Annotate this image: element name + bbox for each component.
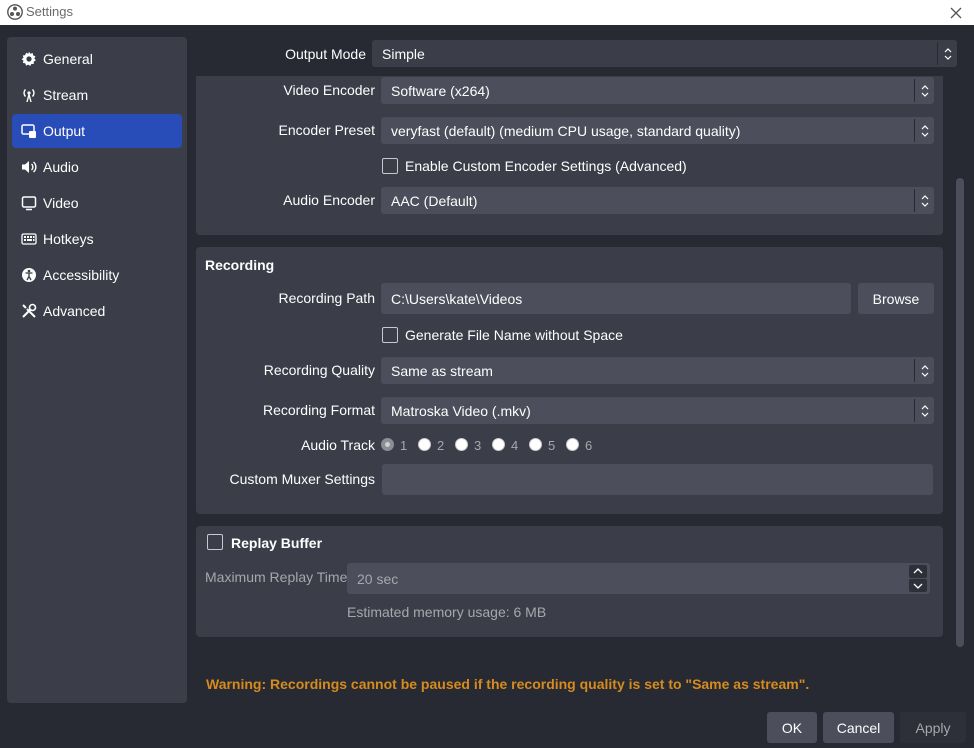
recording-quality-value: Same as stream [391, 362, 493, 379]
audio-encoder-label: Audio Encoder [283, 192, 375, 208]
updown-arrows-icon [914, 399, 934, 422]
obs-logo-icon [7, 4, 23, 20]
audio-track-label-6: 6 [585, 438, 593, 453]
streaming-group: Video Encoder Software (x264) Encoder Pr… [196, 76, 943, 235]
audio-track-radio-4[interactable] [492, 438, 505, 451]
recording-path-value: C:\Users\kate\Videos [391, 290, 523, 307]
output-mode-select[interactable]: Simple [372, 40, 957, 67]
audio-track-radio-3[interactable] [455, 438, 468, 451]
title-bar: Settings [0, 0, 974, 25]
recording-format-value: Matroska Video (.mkv) [391, 402, 531, 419]
audio-track-radio-1[interactable] [381, 438, 394, 451]
updown-arrows-icon [914, 359, 934, 382]
max-replay-time-label: Maximum Replay Time [205, 569, 348, 585]
sidebar-item-label: Audio [43, 159, 79, 175]
antenna-icon [20, 86, 38, 104]
audio-track-label-2: 2 [437, 438, 445, 453]
output-mode-label: Output Mode [285, 46, 366, 62]
replay-buffer-title: Replay Buffer [231, 535, 323, 551]
memory-usage-text: Estimated memory usage: 6 MB [347, 604, 547, 620]
custom-encoder-checkbox[interactable] [382, 158, 398, 174]
sidebar-item-label: Output [43, 123, 86, 139]
sidebar-item-label: Video [43, 195, 79, 211]
audio-encoder-value: AAC (Default) [391, 192, 478, 209]
audio-track-radio-5[interactable] [529, 438, 542, 451]
audio-track-radio-6[interactable] [566, 438, 579, 451]
updown-arrows-icon [914, 119, 934, 142]
ok-button[interactable]: OK [767, 712, 817, 743]
sidebar-item-hotkeys[interactable]: Hotkeys [12, 222, 182, 256]
sidebar-item-output[interactable]: Output [12, 114, 182, 148]
recording-path-input[interactable]: C:\Users\kate\Videos [381, 283, 851, 314]
recording-format-label: Recording Format [262, 402, 375, 418]
sidebar-item-general[interactable]: General [12, 42, 182, 76]
tools-icon [20, 302, 38, 320]
browse-button[interactable]: Browse [858, 283, 934, 314]
sidebar-item-video[interactable]: Video [12, 186, 182, 220]
max-replay-time-value: 20 sec [357, 570, 399, 587]
apply-button[interactable]: Apply [900, 712, 966, 743]
sidebar-item-label: Hotkeys [43, 231, 94, 247]
video-encoder-value: Software (x264) [391, 82, 490, 99]
close-button[interactable] [944, 0, 968, 25]
custom-muxer-input[interactable] [382, 464, 933, 495]
sidebar-item-label: Stream [43, 87, 89, 103]
output-icon [20, 122, 38, 140]
audio-track-label-3: 3 [474, 438, 482, 453]
custom-muxer-label: Custom Muxer Settings [229, 471, 376, 487]
monitor-icon [20, 194, 38, 212]
filename-no-space-checkbox[interactable] [382, 327, 398, 343]
cancel-button[interactable]: Cancel [823, 712, 894, 743]
recording-group: Recording Recording Path C:\Users\kate\V… [196, 247, 943, 514]
video-encoder-label: Video Encoder [283, 82, 375, 98]
sidebar-item-accessibility[interactable]: Accessibility [12, 258, 182, 292]
filename-no-space-label: Generate File Name without Space [405, 327, 623, 343]
settings-sidebar: General Stream Output Audio Video Hotkey… [7, 37, 187, 703]
window-title: Settings [26, 4, 73, 19]
recording-quality-label: Recording Quality [263, 362, 375, 378]
replay-buffer-group: Replay Buffer Maximum Replay Time 20 sec… [196, 526, 943, 637]
updown-arrows-icon [914, 189, 934, 212]
audio-track-label: Audio Track [301, 437, 375, 453]
custom-encoder-label: Enable Custom Encoder Settings (Advanced… [405, 158, 687, 174]
audio-track-label-1: 1 [400, 438, 408, 453]
warning-text: Warning: Recordings cannot be paused if … [206, 676, 810, 692]
sidebar-item-label: Accessibility [43, 267, 120, 283]
spin-arrows-icon[interactable] [909, 565, 927, 592]
sidebar-item-label: Advanced [43, 303, 106, 319]
gear-icon [20, 50, 38, 68]
encoder-preset-value: veryfast (default) (medium CPU usage, st… [391, 122, 741, 139]
max-replay-time-spinbox[interactable]: 20 sec [347, 563, 930, 594]
video-encoder-select[interactable]: Software (x264) [381, 77, 934, 104]
speaker-icon [20, 158, 38, 176]
sidebar-item-advanced[interactable]: Advanced [12, 294, 182, 328]
audio-track-label-5: 5 [548, 438, 556, 453]
close-icon [950, 7, 962, 18]
content-scrollbar[interactable] [956, 178, 964, 647]
output-mode-value: Simple [382, 45, 425, 62]
recording-quality-select[interactable]: Same as stream [381, 357, 934, 384]
updown-arrows-icon [937, 42, 957, 65]
accessibility-icon [20, 266, 38, 284]
recording-path-label: Recording Path [278, 290, 375, 306]
encoder-preset-label: Encoder Preset [278, 122, 376, 138]
encoder-preset-select[interactable]: veryfast (default) (medium CPU usage, st… [381, 117, 934, 144]
sidebar-item-audio[interactable]: Audio [12, 150, 182, 184]
recording-title: Recording [205, 257, 275, 273]
updown-arrows-icon [914, 79, 934, 102]
sidebar-item-stream[interactable]: Stream [12, 78, 182, 112]
audio-encoder-select[interactable]: AAC (Default) [381, 187, 934, 214]
recording-format-select[interactable]: Matroska Video (.mkv) [381, 397, 934, 424]
sidebar-item-label: General [43, 51, 93, 67]
keyboard-icon [20, 230, 38, 248]
audio-track-radio-2[interactable] [418, 438, 431, 451]
audio-track-label-4: 4 [511, 438, 519, 453]
replay-buffer-checkbox[interactable] [207, 534, 223, 550]
